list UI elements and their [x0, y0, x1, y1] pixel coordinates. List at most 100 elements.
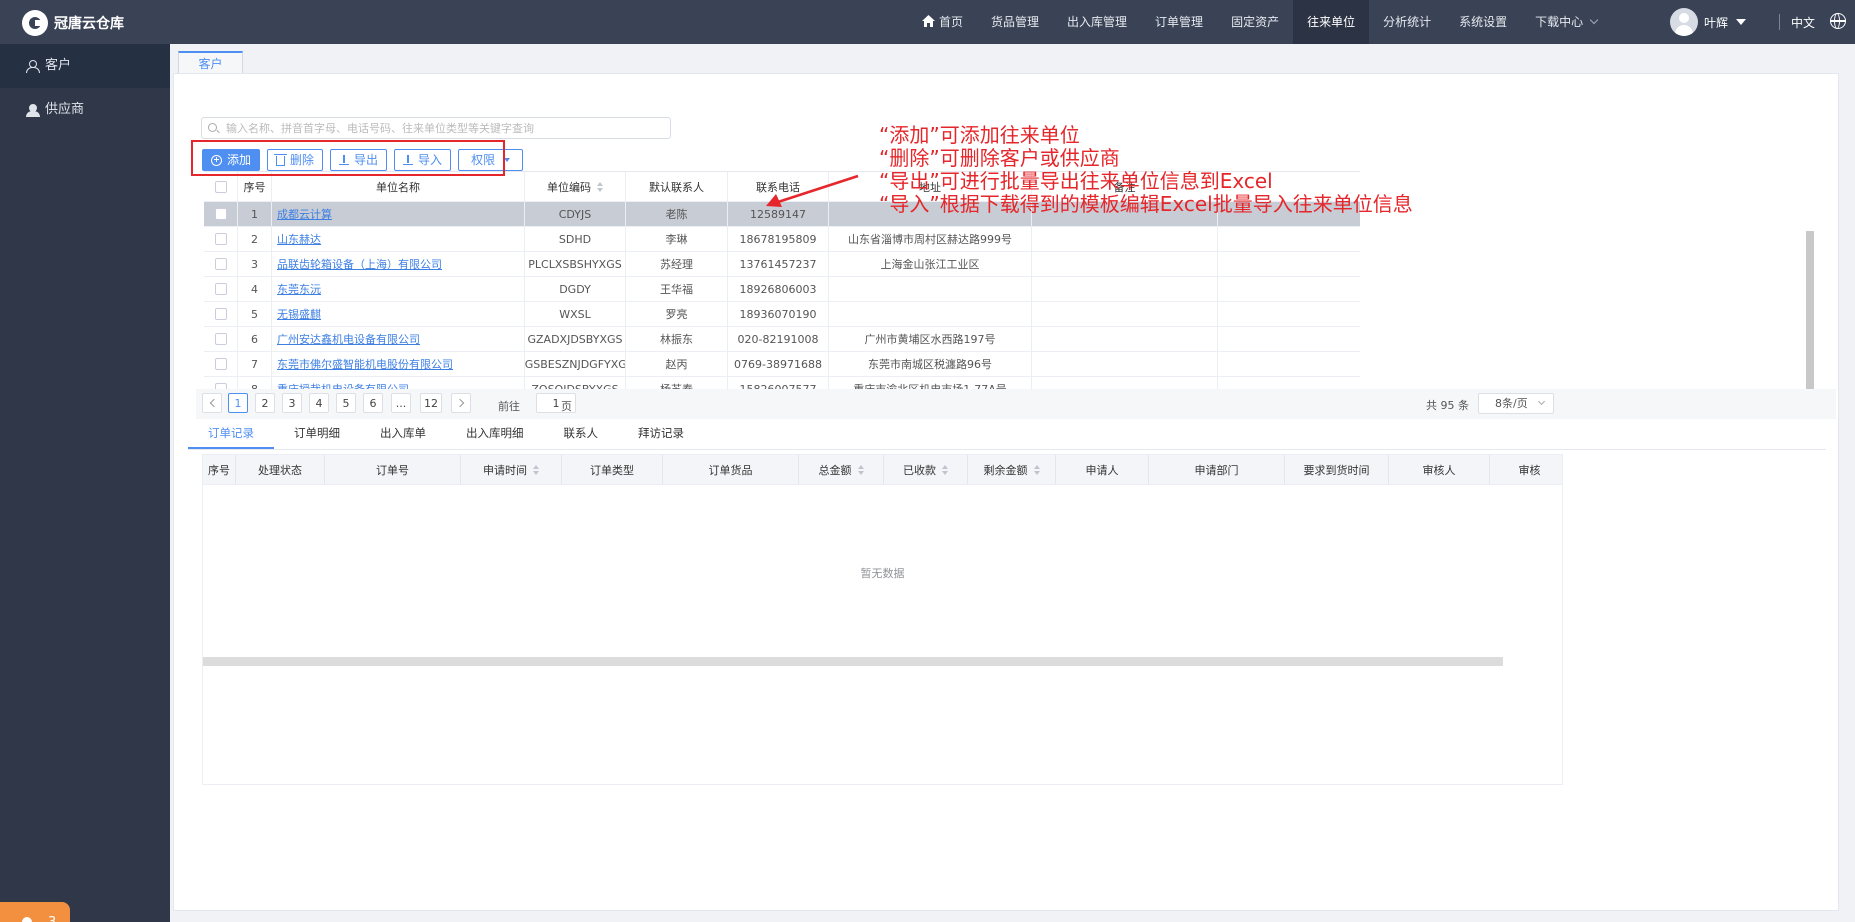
download-label: 下载中心 [1535, 15, 1584, 29]
order-col: 序号 [203, 455, 236, 484]
nav-download-center[interactable]: 下载中心 [1521, 0, 1611, 44]
company-link[interactable]: 东莞东沅 [277, 281, 321, 297]
company-link[interactable]: 无锡盛麒 [277, 306, 321, 322]
table-row[interactable]: 7 东莞市佛尔盛智能机电股份有限公司 DGSBESZNJDGFYXGS赵丙0769-… [204, 352, 1360, 377]
tab-contacts[interactable]: 联系人 [544, 418, 619, 449]
cell-name: 无锡盛麒 [272, 302, 525, 326]
nav-orders[interactable]: 订单管理 [1141, 0, 1217, 44]
cell-address: 东莞市南城区税瀍路96号 [829, 352, 1032, 376]
home-icon [922, 15, 935, 27]
order-col[interactable]: 剩余金额 [968, 455, 1056, 484]
globe-icon[interactable] [1830, 12, 1846, 29]
company-link[interactable]: 东莞市佛尔盛智能机电股份有限公司 [277, 356, 453, 372]
row-checkbox[interactable] [214, 283, 227, 295]
sidebar: 客户 供应商 3 [0, 44, 170, 922]
company-link[interactable]: 品联齿轮箱设备（上海）有限公司 [277, 256, 442, 272]
app-name: 冠唐云仓库 [54, 16, 124, 32]
annotation-line: “删除”可删除客户或供应商 [879, 146, 1120, 170]
horizontal-scrollbar[interactable] [203, 657, 1503, 666]
vertical-scrollbar[interactable] [1806, 231, 1814, 411]
sidebar-item-suppliers[interactable]: 供应商 [0, 88, 170, 132]
select-all-cell [204, 172, 238, 201]
table-row[interactable]: 4 东莞东沅 DGDY 王华福 18926806003 [204, 277, 1360, 302]
tab-order-details[interactable]: 订单明细 [274, 418, 360, 449]
prev-page-button[interactable] [202, 393, 222, 413]
more-pages-button[interactable]: ... [391, 393, 411, 413]
order-col[interactable]: 申请时间 [461, 455, 562, 484]
chevron-left-icon [209, 398, 218, 408]
order-col: 申请人 [1056, 455, 1149, 484]
tab-visit-records[interactable]: 拜访记录 [618, 418, 704, 449]
company-link[interactable]: 山东赫达 [277, 231, 321, 247]
nav-assets[interactable]: 固定资产 [1217, 0, 1293, 44]
col-code-label: 单位编码 [547, 180, 591, 194]
nav-goods[interactable]: 货品管理 [977, 0, 1053, 44]
highlight-box [191, 140, 505, 176]
alarm-icon [20, 915, 34, 922]
nav-analytics[interactable]: 分析统计 [1369, 0, 1445, 44]
row-checkbox[interactable] [214, 233, 227, 245]
app-logo[interactable]: 冠唐云仓库 [22, 10, 124, 36]
table-row[interactable]: 3 品联齿轮箱设备（上海）有限公司 PLCLXSBSHYXGS 苏经理 13761457… [204, 252, 1360, 277]
total-count: 共 95 条 [1426, 399, 1469, 412]
col-code[interactable]: 单位编码 [525, 172, 626, 201]
main-nav: 首页 货品管理 出入库管理 订单管理 固定资产 往来单位 分析统计 系统设置 下… [908, 0, 1611, 44]
next-page-button[interactable] [451, 393, 471, 413]
table-row[interactable]: 2 山东赫达 SDHD 李琳 18678195809 山东省淄博市周村区赫达路999号 [204, 227, 1360, 252]
row-checkbox[interactable] [214, 208, 227, 220]
page-button[interactable]: 3 [282, 393, 302, 413]
cell-name: 山东赫达 [272, 227, 525, 251]
tab-inout-orders[interactable]: 出入库单 [360, 418, 446, 449]
cell-contact: 老陈 [626, 202, 728, 226]
nav-settings[interactable]: 系统设置 [1445, 0, 1521, 44]
search-input[interactable] [201, 117, 671, 139]
row-select-cell [204, 252, 238, 276]
sidebar-item-customers[interactable]: 客户 [0, 44, 170, 88]
cell-no: 6 [238, 327, 272, 351]
nav-home[interactable]: 首页 [908, 0, 977, 44]
tab-order-records[interactable]: 订单记录 [188, 418, 274, 449]
page-button[interactable]: 4 [309, 393, 329, 413]
cell-note [1032, 277, 1218, 301]
row-checkbox[interactable] [214, 358, 227, 370]
cell-note [1032, 252, 1218, 276]
cell-contact: 李琳 [626, 227, 728, 251]
cell-name: 东莞市佛尔盛智能机电股份有限公司 [272, 352, 525, 376]
annotation-line: “导出”可进行批量导出往来单位信息到Excel [879, 169, 1273, 193]
sort-icon [597, 181, 603, 192]
page-button[interactable]: 12 [420, 393, 442, 413]
row-select-cell [204, 327, 238, 351]
order-col[interactable]: 总金额 [799, 455, 884, 484]
company-link[interactable]: 成都云计算 [277, 206, 332, 222]
notification-badge[interactable]: 3 [0, 902, 70, 922]
cell-phone: 18678195809 [728, 227, 829, 251]
order-col-label: 要求到货时间 [1303, 463, 1370, 477]
select-all-checkbox[interactable] [214, 180, 227, 193]
table-row[interactable]: 6 广州安达鑫机电设备有限公司 GZADXJDSBYXGS 林振东 020-821910… [204, 327, 1360, 352]
table-row[interactable]: 5 无锡盛麒 WXSL 罗亮 18936070190 [204, 302, 1360, 327]
page-button[interactable]: 2 [255, 393, 275, 413]
page-button[interactable]: 5 [336, 393, 356, 413]
order-col-label: 审核人 [1422, 463, 1456, 477]
page-button[interactable]: 1 [228, 393, 248, 413]
order-col: 审核 [1490, 455, 1562, 484]
company-link[interactable]: 广州安达鑫机电设备有限公司 [277, 331, 420, 347]
tab-customers[interactable]: 客户 [178, 51, 243, 74]
row-checkbox[interactable] [214, 308, 227, 320]
language-switch[interactable]: 中文 [1791, 14, 1815, 31]
row-checkbox[interactable] [214, 258, 227, 270]
tab-inout-details[interactable]: 出入库明细 [446, 418, 544, 449]
nav-inout[interactable]: 出入库管理 [1053, 0, 1141, 44]
nav-partners[interactable]: 往来单位 [1293, 0, 1370, 44]
row-checkbox[interactable] [214, 333, 227, 345]
cell-code: DGDY [525, 277, 626, 301]
page-size-select[interactable]: 8条/页 [1478, 393, 1554, 414]
order-col-label: 总金额 [818, 463, 852, 477]
user-menu[interactable]: 叶辉 [1670, 8, 1747, 36]
cell-phone: 18926806003 [728, 277, 829, 301]
cell-note [1032, 327, 1218, 351]
order-col[interactable]: 已收款 [884, 455, 968, 484]
order-col-label: 申请部门 [1194, 463, 1239, 477]
page-button[interactable]: 6 [363, 393, 383, 413]
cell-name: 广州安达鑫机电设备有限公司 [272, 327, 525, 351]
